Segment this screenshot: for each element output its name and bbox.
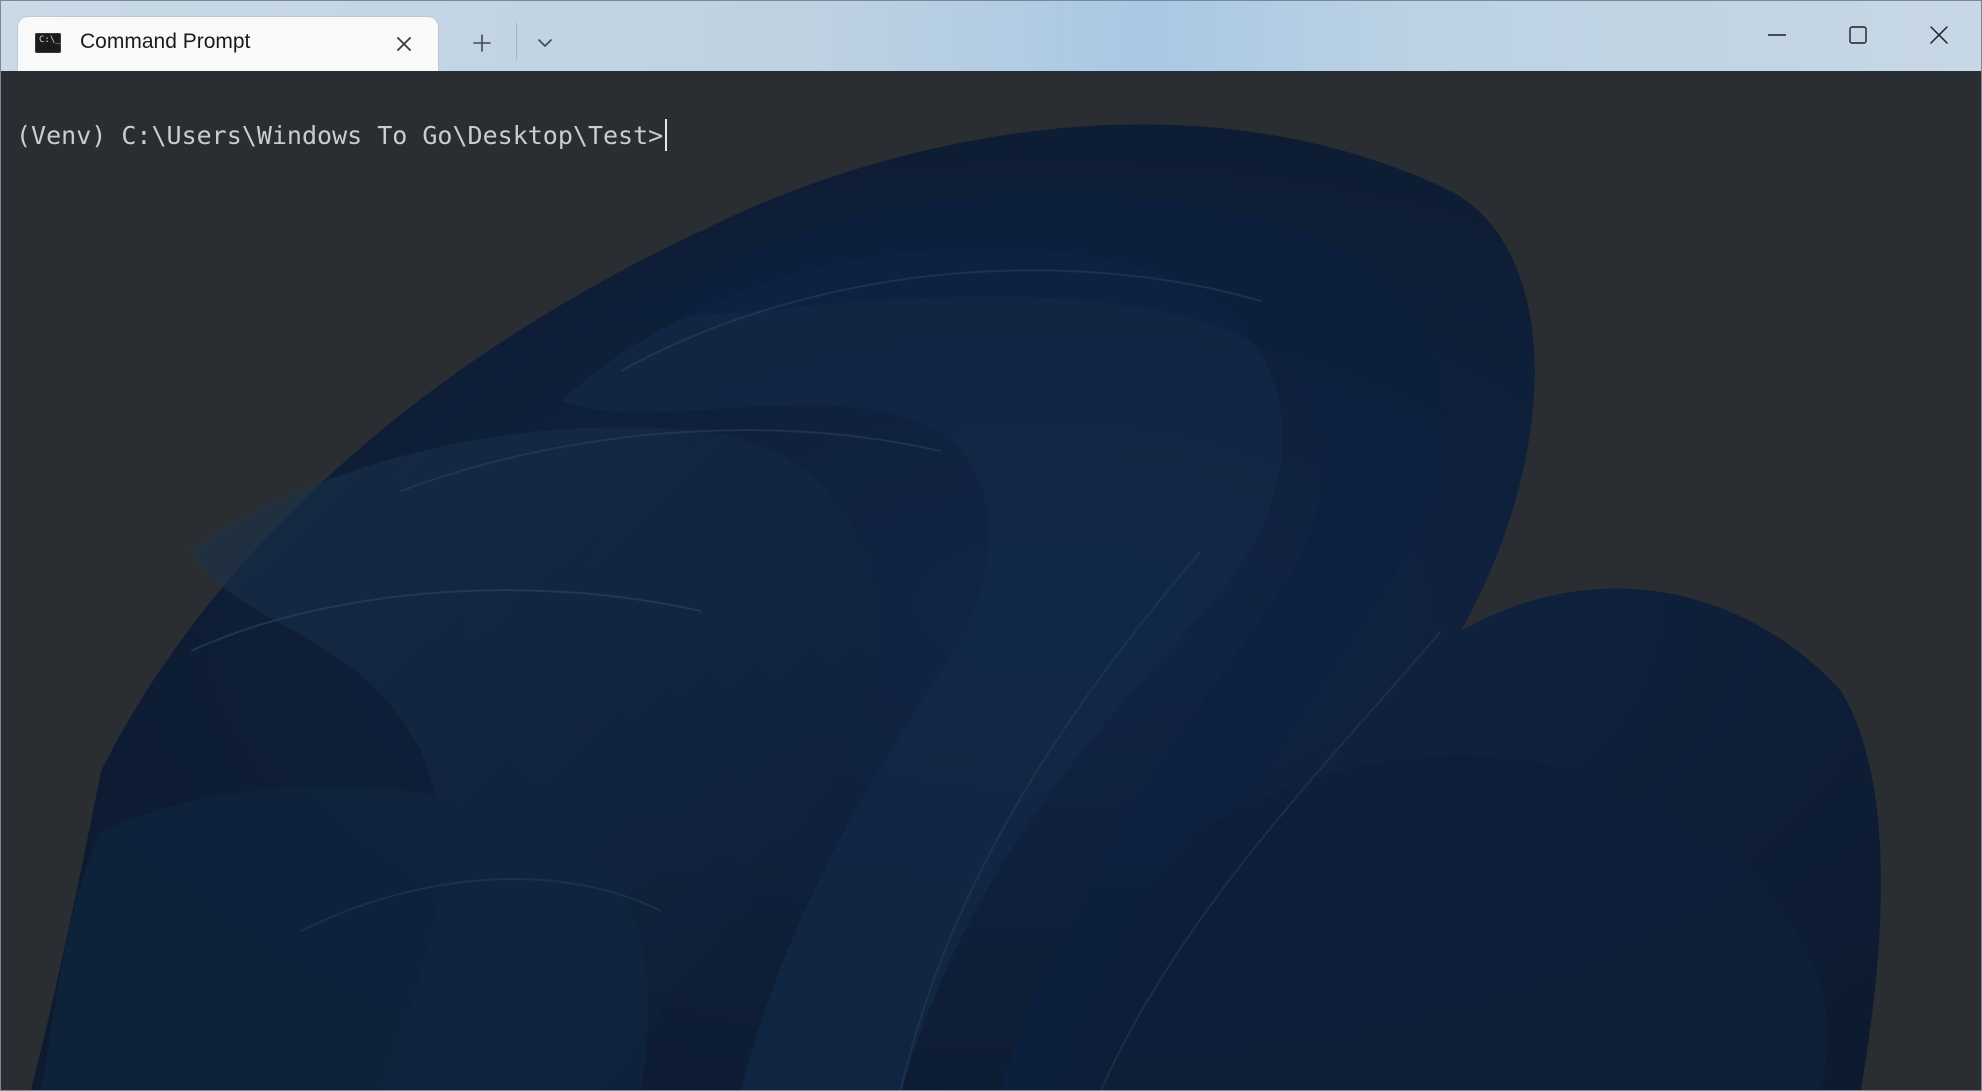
close-tab-icon[interactable] [390,30,418,58]
plus-icon[interactable] [464,27,500,59]
chevron-down-icon[interactable] [529,27,561,59]
console-app-icon-glyph: C:\_ [39,35,61,45]
prompt-text: (Venv) C:\Users\Windows To Go\Desktop\Te… [16,120,664,150]
tab-title: Command Prompt [80,30,251,53]
tab-separator [516,23,517,59]
command-prompt-line[interactable]: (Venv) C:\Users\Windows To Go\Desktop\Te… [16,119,668,151]
wallpaper-bloom [1,71,1981,1090]
minimize-icon[interactable] [1759,17,1795,53]
title-bar[interactable]: C:\_ Command Prompt [1,1,1981,71]
text-cursor [665,119,668,151]
terminal-window: C:\_ Command Prompt (Venv) C:\Users\Wind… [0,0,1982,1091]
console-app-icon: C:\_ [35,33,61,53]
close-icon[interactable] [1921,17,1957,53]
tab-command-prompt[interactable]: C:\_ Command Prompt [18,17,438,71]
maximize-icon[interactable] [1840,17,1876,53]
terminal-pane[interactable]: (Venv) C:\Users\Windows To Go\Desktop\Te… [1,71,1981,1090]
